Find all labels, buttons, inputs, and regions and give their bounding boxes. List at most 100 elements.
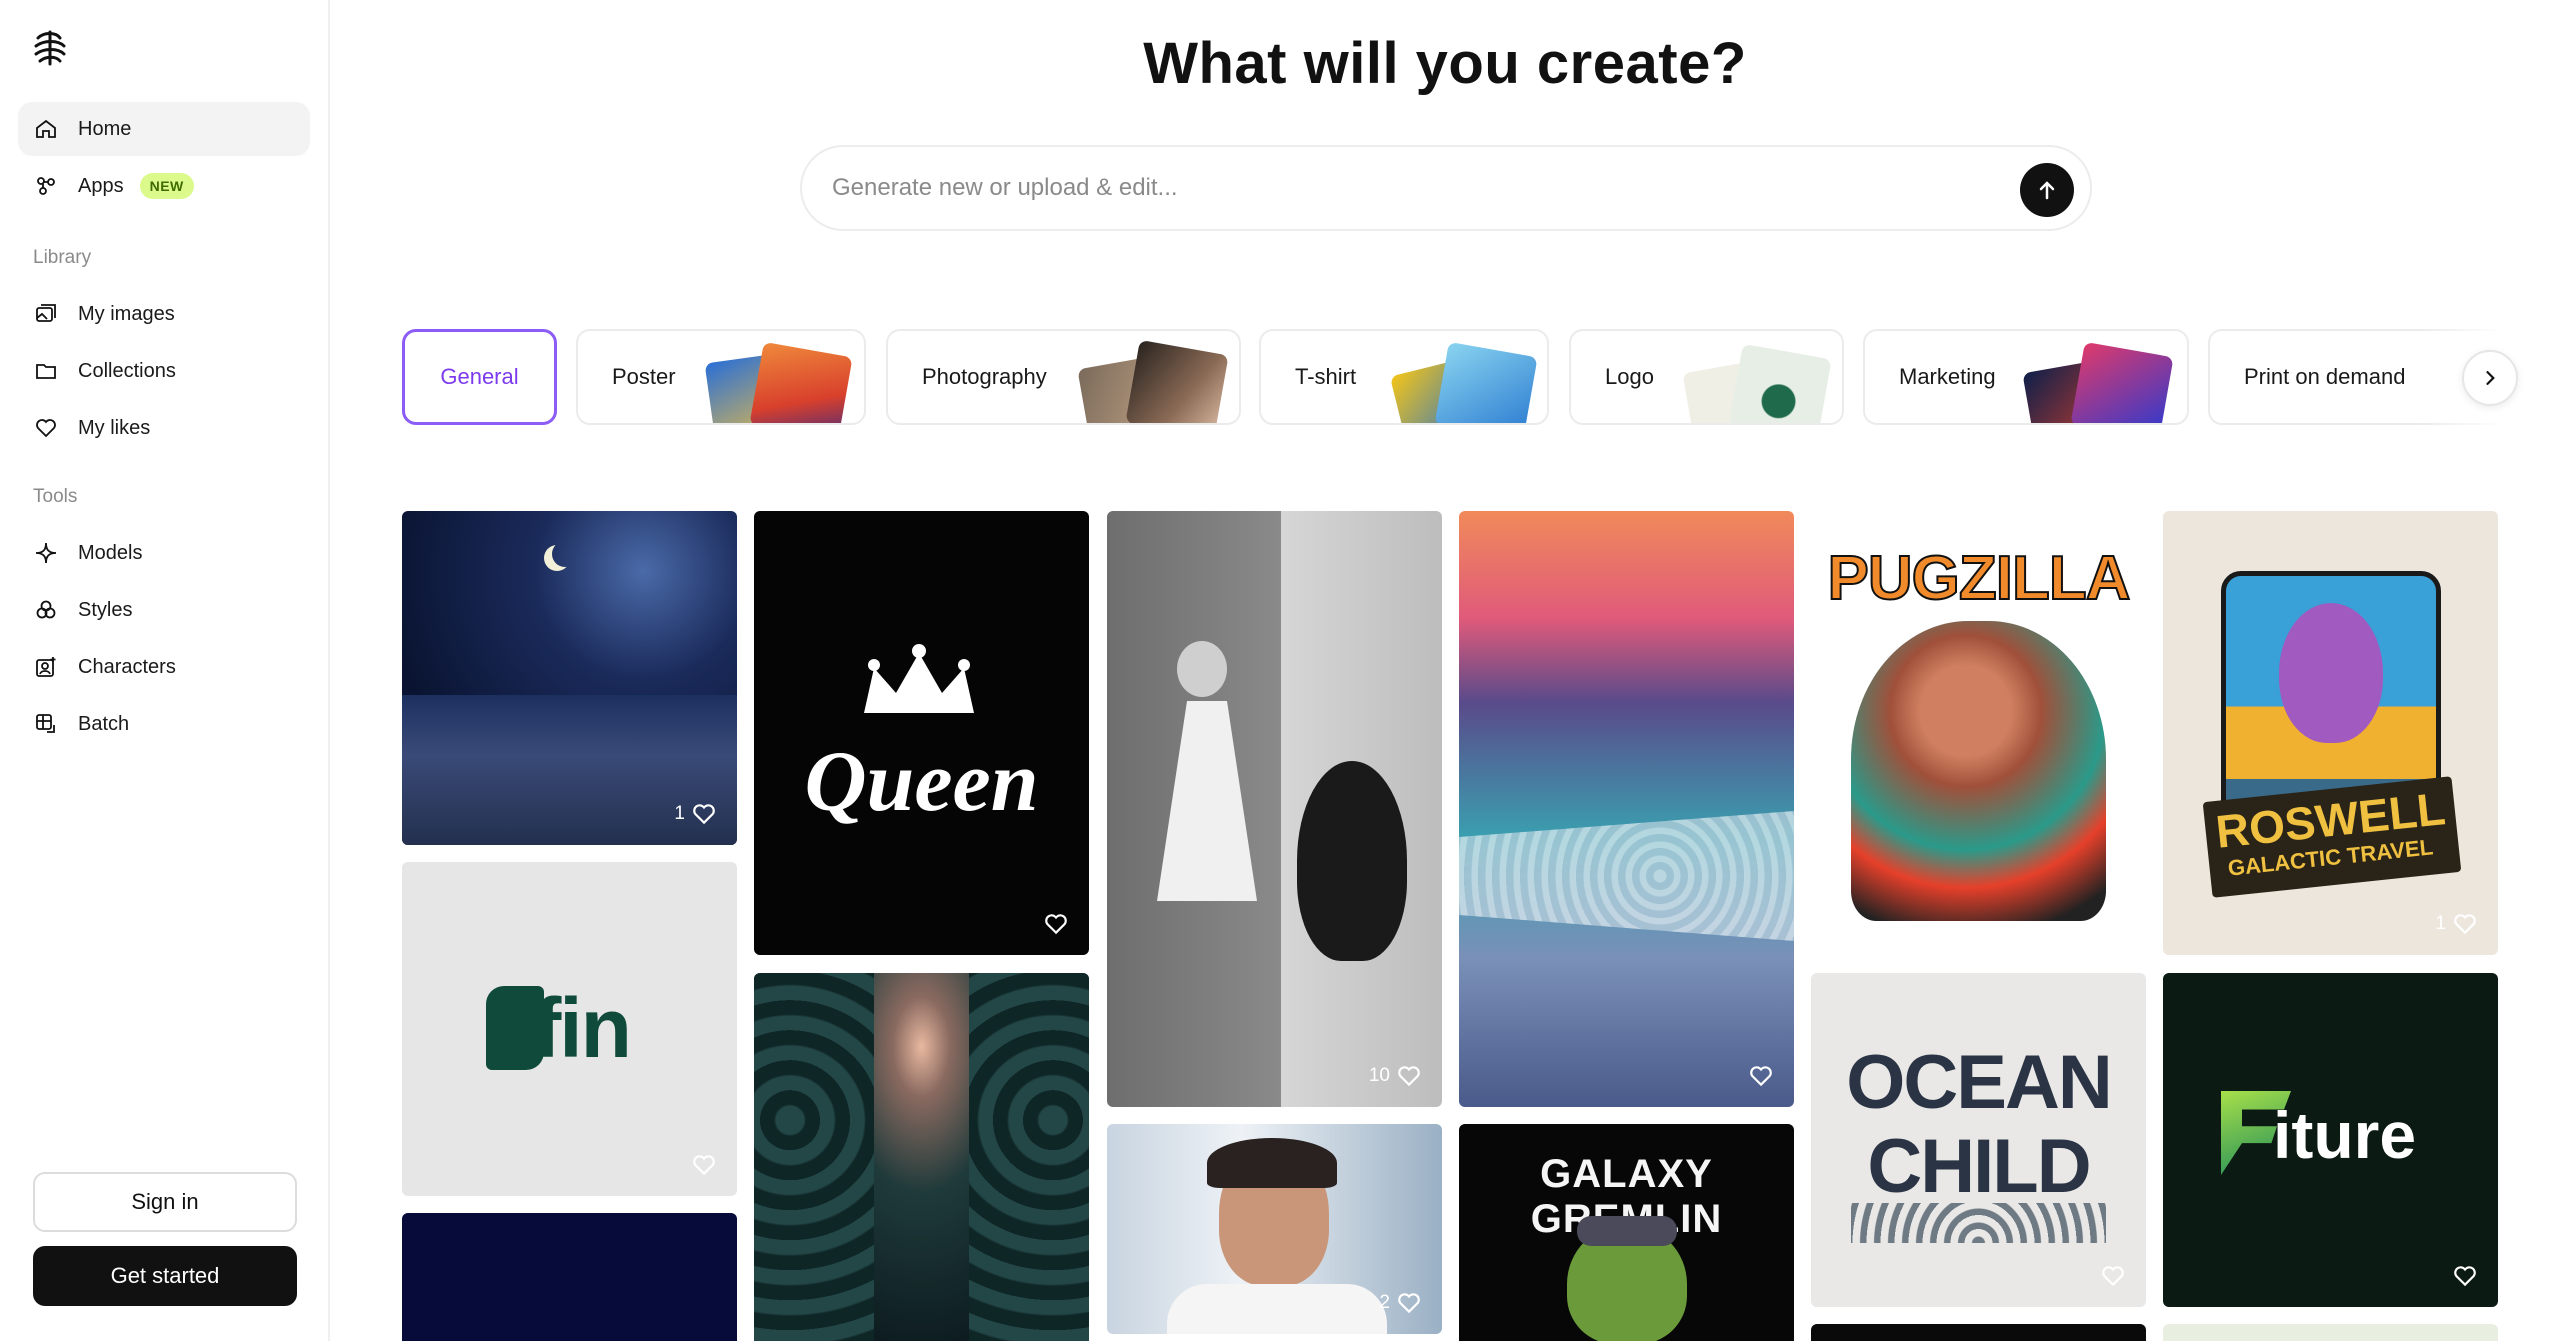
gallery-card-ocean-child[interactable]: OCEAN CHILD: [1811, 973, 2146, 1307]
corridor-wall-left: [754, 973, 874, 1341]
ocean-text: OCEAN: [1846, 1040, 2112, 1125]
tab-poster[interactable]: Poster: [576, 329, 866, 425]
gallery-card-fiture-logo[interactable]: iture: [2163, 973, 2498, 1307]
gallery-card-galaxy-gremlin[interactable]: GALAXY GREMLIN: [1459, 1124, 1794, 1341]
gallery-card-partial[interactable]: [2163, 1324, 2498, 1341]
like-count: 2: [1379, 1292, 1390, 1313]
prompt-search-bar: [800, 145, 2092, 231]
new-badge: NEW: [139, 173, 194, 199]
queen-text: Queen: [804, 733, 1039, 829]
heart-icon: [2454, 1266, 2476, 1287]
like-button[interactable]: 2: [1379, 1290, 1422, 1316]
styles-icon: [36, 600, 56, 619]
sifin-logo-text: ifin: [512, 981, 632, 1075]
photography-thumbnail: [1125, 339, 1229, 423]
brand-logo-icon[interactable]: [30, 28, 70, 68]
like-button[interactable]: [2100, 1263, 2126, 1289]
sidebar-item-batch[interactable]: Batch: [18, 697, 310, 751]
sidebar-item-styles[interactable]: Styles: [18, 583, 310, 637]
portrait-hair: [1207, 1138, 1337, 1188]
monster-body: [1297, 761, 1407, 961]
character-icon: [36, 657, 56, 677]
submit-button[interactable]: [2020, 163, 2074, 217]
sidebar-item-apps[interactable]: Apps NEW: [18, 159, 310, 213]
arrow-up-icon: [2039, 181, 2055, 200]
sidebar-item-label: Styles: [78, 598, 133, 621]
portrait-shirt: [1167, 1284, 1387, 1334]
tab-t-shirt[interactable]: T-shirt: [1259, 329, 1549, 425]
page-title: What will you create?: [1143, 31, 1747, 96]
alien-head: [2279, 603, 2383, 743]
sparkle-icon: [35, 542, 57, 564]
like-button[interactable]: 1: [2435, 911, 2478, 937]
sidebar-item-label: My images: [78, 302, 175, 325]
sidebar: Home Apps NEW Library My images Collecti…: [0, 0, 330, 1341]
categories-next-button[interactable]: [2462, 350, 2518, 406]
like-button[interactable]: [2452, 1263, 2478, 1289]
like-count: 10: [1368, 1065, 1390, 1086]
gallery-card-man-portrait[interactable]: 2: [1107, 1124, 1442, 1334]
girl-head: [1177, 641, 1227, 697]
tab-label: General: [440, 364, 519, 389]
sidebar-item-my-likes[interactable]: My likes: [18, 401, 310, 455]
gallery-card-partial[interactable]: [1811, 1324, 2146, 1341]
girl-dress: [1157, 701, 1257, 901]
like-button[interactable]: 1: [674, 801, 717, 827]
prompt-input[interactable]: [832, 174, 1932, 202]
marketing-thumbnail: [2070, 341, 2174, 423]
gallery-card-pugzilla[interactable]: PUGZILLA: [1811, 511, 2146, 955]
t-shirt-thumbnail: [1434, 341, 1538, 423]
pugzilla-text: PUGZILLA: [1827, 543, 2132, 614]
like-button[interactable]: [1748, 1063, 1774, 1089]
tab-marketing[interactable]: Marketing: [1863, 329, 2189, 425]
folder-icon: [36, 364, 56, 379]
like-count: 1: [674, 803, 685, 824]
tab-general[interactable]: General: [402, 329, 557, 425]
sidebar-item-label: Home: [78, 117, 132, 140]
tab-logo[interactable]: Logo: [1569, 329, 1844, 425]
gallery-card-navy[interactable]: [402, 1213, 737, 1341]
sign-in-button[interactable]: Sign in: [33, 1172, 297, 1232]
fiture-logo-text: iture: [2273, 1098, 2417, 1172]
heart-icon: [1750, 1066, 1772, 1087]
heart-icon: [693, 804, 715, 825]
tab-label: T-shirt: [1295, 364, 1357, 389]
tab-photography[interactable]: Photography: [886, 329, 1241, 425]
apps-icon: [37, 177, 55, 195]
gallery-card-moonlit-beach[interactable]: 1: [402, 511, 737, 845]
tools-section-label: Tools: [33, 486, 78, 507]
tab-label: Poster: [612, 364, 676, 389]
crown-icon: [864, 644, 974, 713]
sidebar-item-characters[interactable]: Characters: [18, 640, 310, 694]
sidebar-item-label: My likes: [78, 416, 151, 439]
get-started-button[interactable]: Get started: [33, 1246, 297, 1306]
chevron-right-icon: [2486, 371, 2495, 385]
heart-icon: [2102, 1266, 2124, 1287]
heart-icon: [36, 419, 56, 438]
gallery-card-corridor[interactable]: [754, 973, 1089, 1341]
gallery-card-girl-and-monster[interactable]: 10: [1107, 511, 1442, 1107]
heart-icon: [2454, 914, 2476, 935]
heart-icon: [1398, 1293, 1420, 1314]
child-text: CHILD: [1867, 1124, 2091, 1209]
sea-foam: [1459, 811, 1794, 941]
like-button[interactable]: [1043, 911, 1069, 937]
pugzilla-illustration: [1851, 621, 2106, 921]
sidebar-item-collections[interactable]: Collections: [18, 344, 310, 398]
like-button[interactable]: [691, 1152, 717, 1178]
sidebar-item-label: Models: [78, 541, 143, 564]
sidebar-item-home[interactable]: Home: [18, 102, 310, 156]
sidebar-item-models[interactable]: Models: [18, 526, 310, 580]
gallery-card-sifin-logo[interactable]: ifin: [402, 862, 737, 1196]
moon-icon: [552, 541, 578, 567]
gallery-card-sunset-shore[interactable]: [1459, 511, 1794, 1107]
sidebar-item-label: Batch: [78, 712, 130, 735]
like-button[interactable]: 10: [1369, 1063, 1422, 1089]
gallery-card-queen-logo[interactable]: Queen: [754, 511, 1089, 955]
gallery-card-roswell[interactable]: ROSWELL GALACTIC TRAVEL 1: [2163, 511, 2498, 955]
tab-label: Print on demand: [2244, 364, 2406, 389]
sidebar-item-my-images[interactable]: My images: [18, 287, 310, 341]
batch-icon: [36, 714, 55, 733]
logo-thumbnail: [1728, 343, 1832, 423]
corridor-wall-right: [969, 973, 1089, 1341]
